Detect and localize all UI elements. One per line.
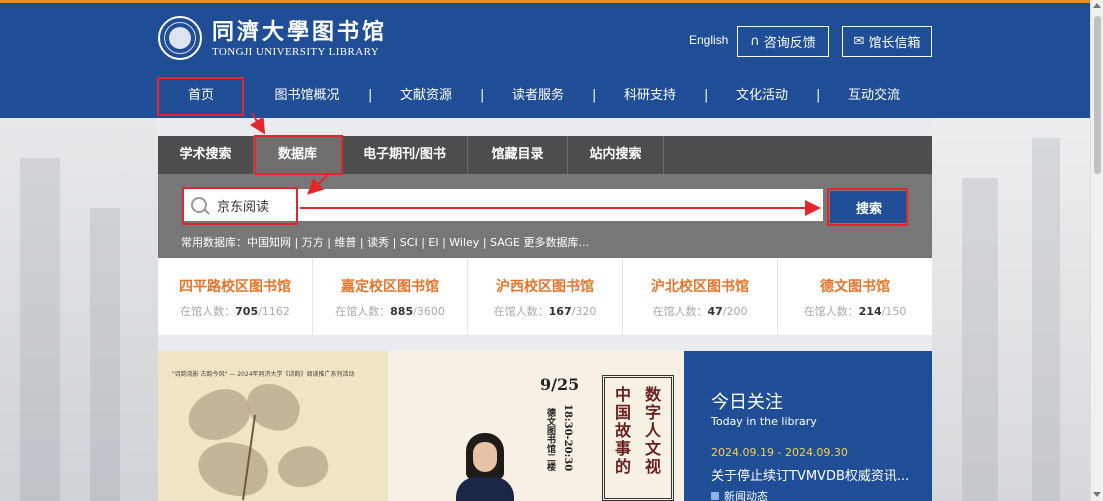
speaker-portrait <box>456 433 514 501</box>
campus-stat[interactable]: 沪北校区图书馆 在馆人数：47/200 <box>623 258 778 335</box>
campus-count: 在馆人数：705/1162 <box>180 305 290 318</box>
site-header: 同濟大學图书馆 TONGJI UNIVERSITY LIBRARY Englis… <box>0 0 1090 73</box>
mailbox-label: 馆长信箱 <box>868 36 921 51</box>
today-subtitle: Today in the library <box>711 415 817 428</box>
background-building <box>20 158 60 501</box>
background-building <box>90 208 120 501</box>
campus-count: 在馆人数：47/200 <box>652 305 748 318</box>
tab-ejournals-books[interactable]: 电子期刊/图书 <box>342 136 468 174</box>
search-tabs: 学术搜索 数据库 电子期刊/图书 馆藏目录 站内搜索 <box>158 136 932 174</box>
tab-academic-search[interactable]: 学术搜索 <box>158 136 254 174</box>
background-building <box>1032 138 1060 501</box>
event-date: 9/25 <box>540 375 580 394</box>
leaf-illustration <box>240 377 306 437</box>
event-title-col: 数字人文视 <box>642 386 661 476</box>
scroll-down-icon[interactable] <box>1093 492 1101 497</box>
today-news-tag[interactable]: 新闻动态 <box>711 488 932 501</box>
mail-icon: ✉ <box>853 34 865 49</box>
headset-icon: ∩ <box>750 34 760 49</box>
campus-count: 在馆人数：167/320 <box>493 305 597 318</box>
today-date-range: 2024.09.19 - 2024.09.30 <box>711 446 848 459</box>
feedback-button[interactable]: ∩ 咨询反馈 <box>737 26 829 57</box>
nav-separator: | <box>592 88 597 103</box>
campus-name: 嘉定校区图书馆 <box>341 279 439 295</box>
banner-subtitle: "诗韵流影 古韵今风" — 2024年同济大学《诗韵》阅读推广系列活动 <box>172 371 355 378</box>
tab-database[interactable]: 数据库 <box>254 136 342 174</box>
banner-event-info: 9/25 18:30-20:30 德文图书馆二楼 数字人文视 中国故事的 <box>388 351 684 501</box>
leaf-illustration <box>273 441 333 493</box>
campus-name: 沪西校区图书馆 <box>496 279 594 295</box>
tag-icon <box>711 492 719 500</box>
campus-name: 四平路校区图书馆 <box>179 279 291 295</box>
director-mailbox-button[interactable]: ✉ 馆长信箱 <box>842 26 932 57</box>
nav-separator: | <box>480 88 485 103</box>
campus-stat[interactable]: 嘉定校区图书馆 在馆人数：885/3600 <box>313 258 468 335</box>
event-banner[interactable]: "诗韵流影 古韵今风" — 2024年同济大学《诗韵》阅读推广系列活动 9/25… <box>158 351 684 501</box>
event-title-scroll: 数字人文视 中国故事的 <box>602 375 674 501</box>
news-tag-label: 新闻动态 <box>724 490 768 501</box>
nav-item-research-support[interactable]: 科研支持 <box>620 73 680 118</box>
today-news-link[interactable]: 关于停止续订TVMVDB权威资讯... <box>711 465 932 484</box>
search-input-value: 京东阅读 <box>217 199 270 215</box>
search-icon <box>191 197 207 213</box>
scroll-up-icon[interactable] <box>1093 3 1101 8</box>
main-nav: 首页 图书馆概况 | 文献资源 | 读者服务 | 科研支持 | 文化活动 | 互… <box>0 73 1090 118</box>
campus-name: 德文图书馆 <box>820 279 890 295</box>
nav-separator: | <box>704 88 709 103</box>
nav-item-resources[interactable]: 文献资源 <box>396 73 456 118</box>
banner-illustration: "诗韵流影 古韵今风" — 2024年同济大学《诗韵》阅读推广系列活动 <box>158 351 388 501</box>
feedback-label: 咨询反馈 <box>763 36 816 51</box>
search-button[interactable]: 搜索 <box>830 191 908 223</box>
campus-stat[interactable]: 德文图书馆 在馆人数：214/150 <box>778 258 932 335</box>
leaf-illustration <box>194 437 272 501</box>
campus-occupancy: 四平路校区图书馆 在馆人数：705/1162 嘉定校区图书馆 在馆人数：885/… <box>158 258 932 335</box>
university-seal-icon <box>158 16 202 60</box>
background-right <box>932 118 1090 501</box>
search-area: 京东阅读 搜索 常用数据库：中国知网 | 万方 | 维普 | 读秀 | SCI … <box>158 174 932 258</box>
background-building <box>962 178 998 501</box>
nav-item-culture[interactable]: 文化活动 <box>732 73 792 118</box>
logo-cn-text: 同濟大學图书馆 <box>212 18 388 45</box>
nav-separator: | <box>368 88 373 103</box>
event-venue: 德文图书馆二楼 <box>545 408 555 471</box>
nav-item-interaction[interactable]: 互动交流 <box>844 73 904 118</box>
campus-count: 在馆人数：885/3600 <box>335 305 445 318</box>
campus-count: 在馆人数：214/150 <box>803 305 907 318</box>
leaf-illustration <box>180 380 258 450</box>
campus-name: 沪北校区图书馆 <box>651 279 749 295</box>
scroll-thumb[interactable] <box>1094 16 1101 174</box>
page-scrollbar[interactable] <box>1090 0 1103 501</box>
english-link[interactable]: English <box>689 33 728 47</box>
tab-site-search[interactable]: 站内搜索 <box>568 136 664 174</box>
library-logo[interactable]: 同濟大學图书馆 TONGJI UNIVERSITY LIBRARY <box>158 16 387 60</box>
event-title-col: 中国故事的 <box>612 386 631 476</box>
search-input[interactable]: 京东阅读 <box>183 189 823 221</box>
logo-en-text: TONGJI UNIVERSITY LIBRARY <box>212 45 380 58</box>
nav-separator: | <box>816 88 821 103</box>
today-panel: 今日关注 Today in the library 2024.09.19 - 2… <box>684 351 932 501</box>
nav-item-about[interactable]: 图书馆概况 <box>270 73 344 118</box>
campus-stat[interactable]: 沪西校区图书馆 在馆人数：167/320 <box>468 258 623 335</box>
campus-stat[interactable]: 四平路校区图书馆 在馆人数：705/1162 <box>158 258 313 335</box>
common-databases[interactable]: 常用数据库：中国知网 | 万方 | 维普 | 读秀 | SCI | EI | W… <box>181 234 589 250</box>
event-time: 18:30-20:30 <box>562 404 573 472</box>
nav-item-home[interactable]: 首页 <box>158 73 244 118</box>
background-left <box>0 118 158 501</box>
today-title: 今日关注 <box>711 392 783 413</box>
nav-item-reader-services[interactable]: 读者服务 <box>508 73 568 118</box>
tab-catalog[interactable]: 馆藏目录 <box>468 136 568 174</box>
